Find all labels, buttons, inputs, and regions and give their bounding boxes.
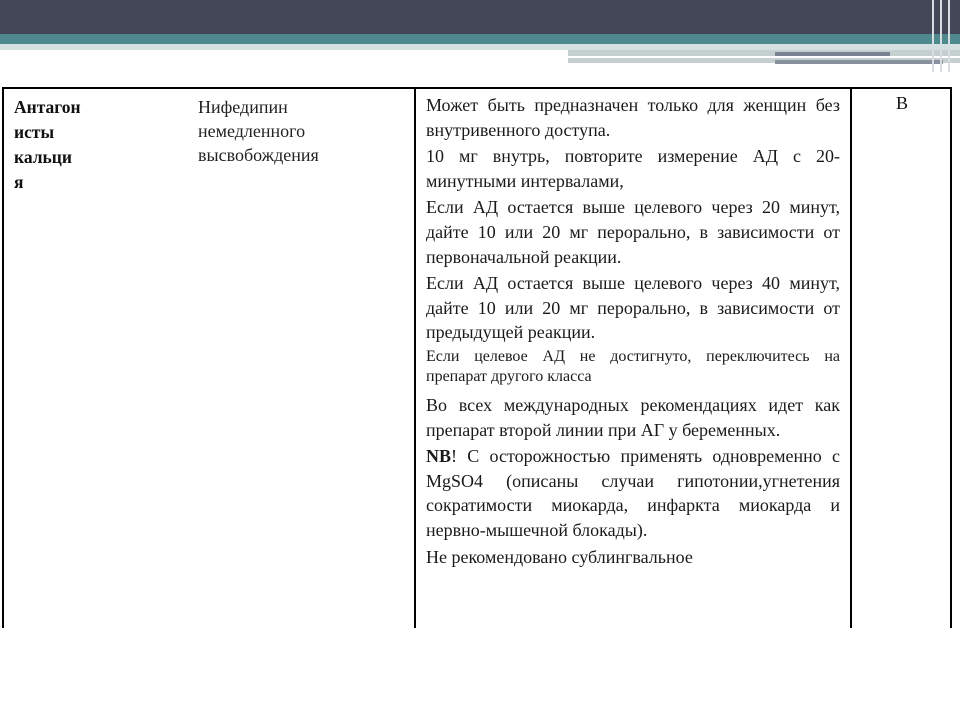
table-border-right <box>950 87 952 628</box>
dosage-paragraph: 10 мг внутрь, повторите измерение АД с 2… <box>426 146 840 191</box>
dosage-cell: Может быть предназначен только для женщи… <box>426 93 840 571</box>
accent-stripe <box>0 34 960 44</box>
dosage-paragraph: Если АД остается выше целевого через 40 … <box>426 273 840 343</box>
table-border-left <box>2 87 4 628</box>
dosage-paragraph: Если целевое АД не достигнуто, переключи… <box>426 347 840 385</box>
caution-paragraph: NB! С осторожностью применять одновремен… <box>426 444 840 542</box>
decorative-line <box>940 0 942 72</box>
nb-label: NB <box>426 446 452 467</box>
drug-class-cell: Антагон исты кальци я <box>14 95 124 195</box>
drug-class-line: кальци <box>14 147 72 167</box>
dosage-paragraph: Если АД остается выше целевого через 20 … <box>426 197 840 267</box>
drug-name-cell: Нифедипин немедленного высвобождения <box>198 95 413 167</box>
drug-class-line: я <box>14 172 24 192</box>
table-divider <box>850 87 852 628</box>
dosage-paragraph: Во всех международных рекомендациях идет… <box>426 394 840 440</box>
drug-class-line: исты <box>14 122 55 142</box>
drug-name-line: немедленного <box>198 121 306 141</box>
medication-table: Антагон исты кальци я Нифедипин немедлен… <box>2 87 952 628</box>
table-border-top <box>2 87 952 89</box>
dosage-paragraph: Может быть предназначен только для женщи… <box>426 95 840 140</box>
caution-text: ! С осторожностью применять одновременно… <box>426 446 840 540</box>
decorative-stripe <box>568 50 960 56</box>
decorative-stripe <box>775 60 943 64</box>
drug-name-line: Нифедипин <box>198 97 288 117</box>
decorative-stripe <box>775 52 890 56</box>
drug-class-line: Антагон <box>14 97 81 117</box>
dosage-paragraph: Не рекомендовано сублингвальное <box>426 546 693 567</box>
drug-name-line: высвобождения <box>198 145 319 165</box>
header-bar <box>0 0 960 34</box>
evidence-level-cell: B <box>895 93 908 113</box>
decorative-line <box>932 0 934 72</box>
table-divider <box>414 87 416 628</box>
decorative-line <box>948 0 950 72</box>
